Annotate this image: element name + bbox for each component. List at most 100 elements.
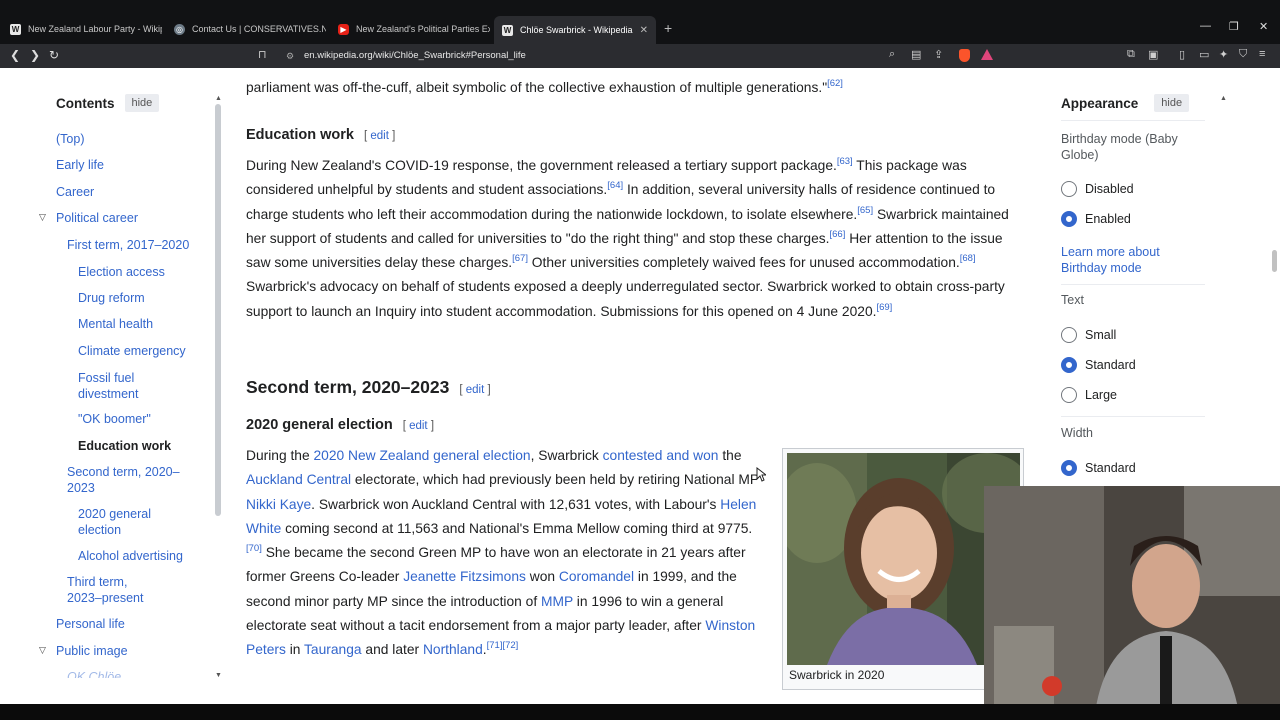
text-size-label: Text [1061, 293, 1084, 307]
brave-shields-icon[interactable] [959, 49, 970, 62]
radio-small[interactable]: Small [1061, 327, 1116, 343]
reload-icon[interactable]: ↻ [49, 48, 59, 62]
toc-item-climate-emergency[interactable]: Climate emergency [78, 344, 186, 360]
menu-icon[interactable]: ≡ [1259, 48, 1265, 60]
tab-chloe-swarbrick[interactable]: W Chlöe Swarbrick - Wikipedia ✕ [494, 16, 656, 44]
browser-toolbar: ❮ ❯ ↻ ⊓ ⚙ en.wikipedia.org/wiki/Chlöe_Sw… [0, 44, 1280, 68]
page-scrollbar-thumb[interactable] [1272, 250, 1277, 272]
new-tab-icon[interactable]: + [664, 20, 672, 36]
link-auckland-central[interactable]: Auckland Central [246, 472, 351, 487]
scroll-down-icon[interactable]: ▼ [215, 672, 222, 679]
link-mmp[interactable]: MMP [541, 594, 573, 609]
toc-item-personal-life[interactable]: Personal life [56, 617, 125, 633]
link-tauranga[interactable]: Tauranga [304, 642, 362, 657]
toc-item-fossil-fuel[interactable]: Fossil fuel divestment [78, 371, 178, 402]
radio-button[interactable] [1061, 387, 1077, 403]
tab-political-parties-video[interactable]: ▶ New Zealand's Political Parties Explai [330, 17, 490, 41]
radio-large[interactable]: Large [1061, 387, 1117, 403]
close-window-icon[interactable]: ✕ [1259, 20, 1268, 33]
globe-favicon-icon: ◎ [174, 23, 185, 35]
radio-width-standard[interactable]: Standard [1061, 460, 1136, 476]
bookmark-icon[interactable]: ⊓ [258, 48, 267, 61]
citation-link[interactable]: [70] [246, 543, 262, 554]
tab-labour-party[interactable]: W New Zealand Labour Party - Wikiped [2, 17, 162, 41]
close-tab-icon[interactable]: ✕ [640, 25, 648, 36]
toc-item-mental-health[interactable]: Mental health [78, 317, 153, 333]
learn-more-link[interactable]: Learn more about Birthday mode [1061, 245, 1191, 276]
zoom-icon[interactable]: ⌕ [889, 48, 895, 61]
citation-link[interactable]: [66] [830, 229, 846, 240]
toc-item-election-access[interactable]: Election access [78, 265, 165, 281]
edit-section-link[interactable]: edit [370, 130, 389, 142]
radio-button[interactable] [1061, 181, 1077, 197]
brave-rewards-icon[interactable] [981, 49, 993, 60]
scroll-up-icon[interactable]: ▲ [1220, 95, 1227, 102]
toc-item-third-term[interactable]: Third term, 2023–present [67, 575, 157, 606]
toc-item-ok-boomer[interactable]: "OK boomer" [78, 412, 151, 428]
scroll-up-icon[interactable]: ▲ [215, 95, 222, 102]
toc-item-early-life[interactable]: Early life [56, 158, 104, 174]
toc-item-second-term[interactable]: Second term, 2020–2023 [67, 465, 197, 496]
leo-ai-icon[interactable]: ✦ [1219, 48, 1228, 61]
forward-icon[interactable]: ❯ [30, 48, 40, 62]
tab-conservatives[interactable]: ◎ Contact Us | CONSERVATIVES.NZ [166, 17, 326, 41]
toc-item-drug-reform[interactable]: Drug reform [78, 291, 145, 307]
toc-item-political-career[interactable]: Political career [56, 211, 138, 227]
toc-item-first-term[interactable]: First term, 2017–2020 [67, 238, 189, 254]
toc-item-2020-general-election[interactable]: 2020 general election [78, 507, 178, 538]
table-of-contents: Contents hide (Top) Early life Career ▽ … [39, 84, 216, 678]
citation-link[interactable]: [72] [502, 640, 518, 651]
extensions-icon[interactable]: ⧉ [1127, 48, 1135, 61]
second-term-heading: Second term, 2020–2023[ edit ] [246, 377, 491, 397]
sidebar-icon[interactable]: ▯ [1179, 48, 1185, 61]
link-jeanette-fitzsimons[interactable]: Jeanette Fitzsimons [403, 569, 526, 584]
chevron-down-icon[interactable]: ▽ [39, 645, 46, 656]
chevron-down-icon[interactable]: ▽ [39, 212, 46, 223]
toc-scrollbar[interactable] [215, 96, 221, 682]
wallet-icon[interactable]: ▣ [1148, 48, 1158, 61]
site-info-icon[interactable]: ⚙ [286, 47, 294, 65]
link-nikki-kaye[interactable]: Nikki Kaye [246, 497, 311, 512]
edit-section-link[interactable]: edit [466, 384, 485, 396]
citation-link[interactable]: [68] [960, 253, 976, 264]
toc-item-education-work[interactable]: Education work [78, 439, 171, 455]
toc-item-career[interactable]: Career [56, 185, 94, 201]
toc-item-alcohol-advertising[interactable]: Alcohol advertising [78, 549, 183, 565]
link-2020-election[interactable]: 2020 New Zealand general election [314, 448, 531, 463]
vpn-icon[interactable]: ⛉ [1239, 48, 1247, 61]
paragraph: parliament was off-the-cuff, albeit symb… [246, 78, 843, 95]
appearance-hide-button[interactable]: hide [1154, 94, 1190, 112]
radio-button-selected[interactable] [1061, 460, 1077, 476]
edit-section-link[interactable]: edit [409, 420, 428, 432]
reader-mode-icon[interactable]: ▤ [911, 48, 921, 61]
toc-scrollbar-thumb[interactable] [215, 104, 221, 516]
radio-enabled[interactable]: Enabled [1061, 211, 1131, 227]
back-icon[interactable]: ❮ [10, 48, 20, 62]
citation-link[interactable]: [67] [512, 253, 528, 264]
radio-button-selected[interactable] [1061, 357, 1077, 373]
citation-link[interactable]: [69] [876, 302, 892, 313]
link-contested-and-won[interactable]: contested and won [603, 448, 719, 463]
maximize-icon[interactable]: ❐ [1229, 20, 1239, 33]
link-coromandel[interactable]: Coromandel [559, 569, 634, 584]
radio-standard[interactable]: Standard [1061, 357, 1136, 373]
citation-link[interactable]: [63] [837, 156, 853, 167]
toc-item-top[interactable]: (Top) [56, 132, 84, 148]
radio-disabled[interactable]: Disabled [1061, 181, 1134, 197]
radio-button[interactable] [1061, 327, 1077, 343]
divider [1061, 284, 1205, 285]
downloads-icon[interactable]: ▭ [1199, 48, 1209, 61]
education-work-heading: Education work[ edit ] [246, 127, 396, 143]
citation-link[interactable]: [71] [487, 640, 503, 651]
toc-item-public-image[interactable]: Public image [56, 644, 128, 660]
browser-tab-bar: W New Zealand Labour Party - Wikiped ◎ C… [0, 0, 1280, 44]
toc-item-ok-chloe[interactable]: OK Chlöe [67, 670, 121, 678]
citation-link[interactable]: [64] [607, 180, 623, 191]
link-northland[interactable]: Northland [423, 642, 483, 657]
radio-button-selected[interactable] [1061, 211, 1077, 227]
citation-link[interactable]: [62] [827, 78, 843, 89]
toc-hide-button[interactable]: hide [124, 94, 160, 112]
share-icon[interactable]: ⇪ [934, 48, 943, 61]
minimize-icon[interactable]: — [1200, 20, 1211, 32]
citation-link[interactable]: [65] [857, 205, 873, 216]
